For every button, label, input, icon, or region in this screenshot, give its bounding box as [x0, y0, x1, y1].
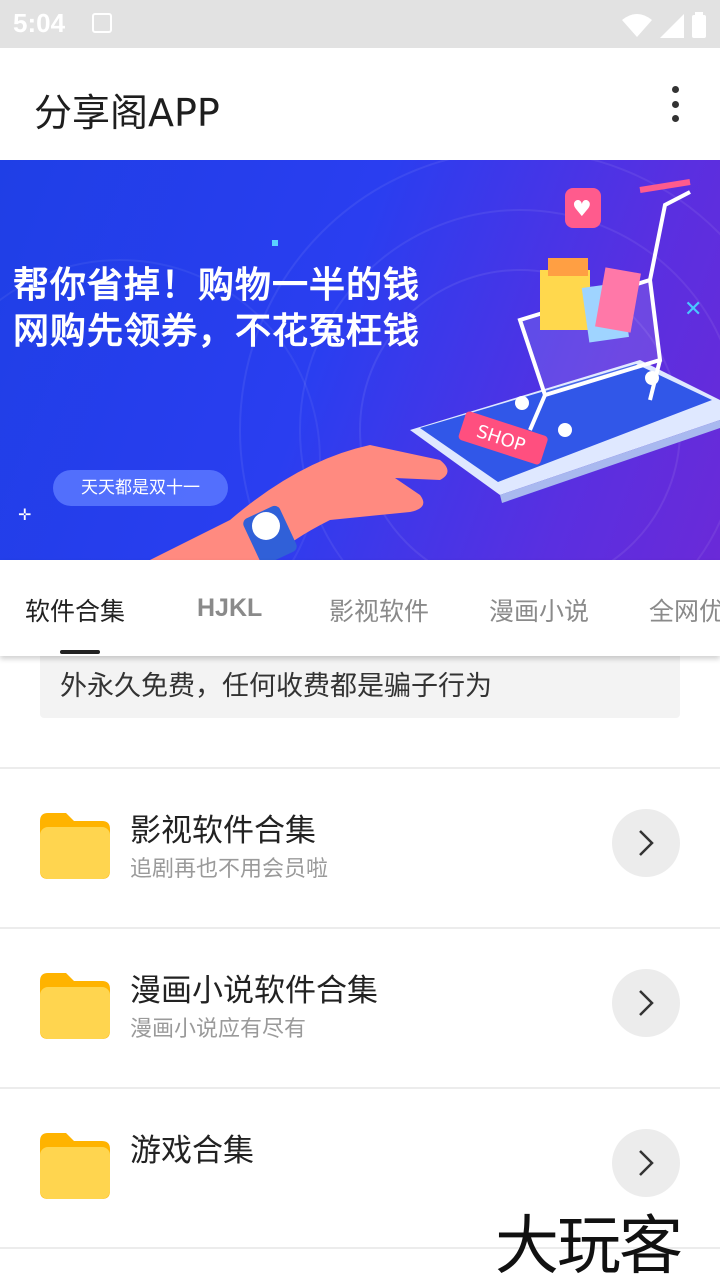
tab-comics-novels[interactable]: 漫画小说	[489, 592, 589, 628]
svg-text:✛: ✛	[18, 505, 31, 524]
tab-video-software[interactable]: 影视软件	[329, 592, 429, 628]
status-bar: 5:04	[0, 0, 720, 48]
item-subtitle: 漫画小说应有尽有	[130, 1017, 307, 1042]
banner-headline-line2: 网购先领券，不花冤枉钱	[13, 311, 421, 352]
chevron-right-icon[interactable]	[612, 1129, 680, 1197]
item-title: 漫画小说软件合集	[130, 973, 378, 1009]
chevron-right-icon[interactable]	[612, 969, 680, 1037]
tab-indicator	[60, 650, 100, 654]
app-bar: 分享阁APP	[0, 48, 720, 160]
list-item-comics-novels[interactable]: 漫画小说软件合集 漫画小说应有尽有	[0, 929, 720, 1087]
tab-whole-web[interactable]: 全网优	[649, 592, 720, 628]
notice-text: 外永久免费，任何收费都是骗子行为	[60, 671, 492, 702]
notification-icon	[92, 13, 112, 33]
banner-headline: 帮你省掉！购物一半的钱 网购先领券，不花冤枉钱	[13, 263, 420, 355]
folder-icon	[40, 813, 110, 879]
item-subtitle: 追剧再也不用会员啦	[130, 857, 329, 882]
status-time: 5:04	[13, 8, 66, 38]
banner-headline-line1: 帮你省掉！购物一半的钱	[13, 265, 421, 306]
list-item-video-software[interactable]: 影视软件合集 追剧再也不用会员啦	[0, 769, 720, 927]
svg-text:✕: ✕	[684, 297, 702, 322]
folder-icon	[40, 973, 110, 1039]
svg-text:♥: ♥	[572, 197, 592, 222]
item-title: 影视软件合集	[130, 813, 316, 849]
tab-bar: 软件合集 HJKL 影视软件 漫画小说 全网优	[0, 560, 720, 656]
more-vert-icon[interactable]	[660, 84, 690, 124]
chevron-right-icon[interactable]	[612, 809, 680, 877]
folder-icon	[40, 1133, 110, 1199]
wifi-icon	[622, 14, 652, 37]
tab-software-collection[interactable]: 软件合集	[25, 592, 125, 628]
status-icons	[622, 10, 706, 38]
banner-pill: 天天都是双十一	[53, 470, 228, 506]
battery-icon	[692, 12, 706, 38]
app-title: 分享阁APP	[34, 91, 220, 135]
signal-icon	[660, 14, 684, 38]
promo-banner[interactable]: ✕ ✛ SHOP ♥ 帮你省掉！购物一半的钱 网购先领券，不花冤枉钱 天天都是双…	[0, 160, 720, 560]
item-title: 游戏合集	[130, 1133, 254, 1169]
watermark: 大玩客	[495, 1210, 683, 1280]
tab-hjkl[interactable]: HJKL	[197, 594, 262, 623]
